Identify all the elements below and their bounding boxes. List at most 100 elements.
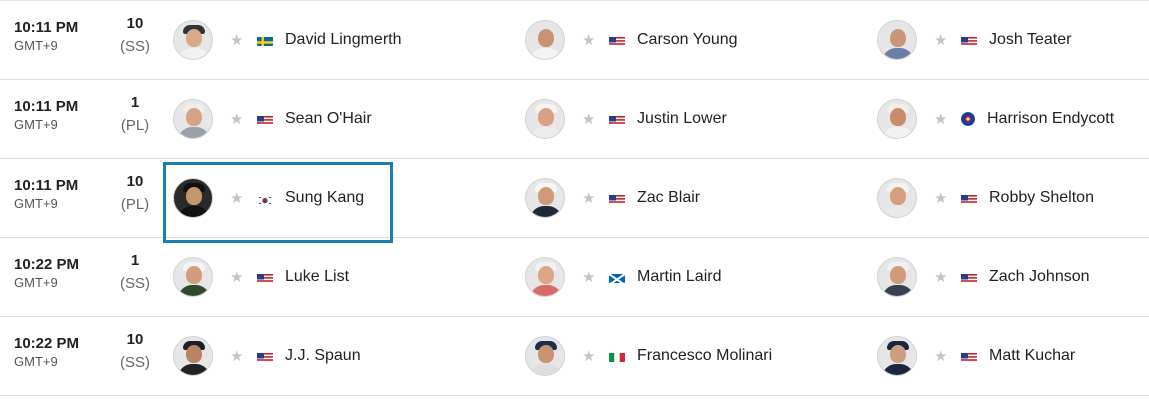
flag-usa-icon	[609, 35, 625, 46]
course-code: (PL)	[120, 117, 150, 134]
starting-tee: 1 (PL)	[104, 94, 166, 135]
star-icon[interactable]: ★	[934, 189, 948, 207]
player-avatar[interactable]	[525, 178, 565, 218]
flag-scotland-icon	[609, 272, 625, 283]
player-name[interactable]: Zach Johnson	[989, 268, 1090, 286]
player-avatar[interactable]	[173, 20, 213, 60]
timezone: GMT+9	[14, 354, 58, 369]
player-cell[interactable]: ★ Justin Lower	[525, 98, 727, 140]
tee-number: 10	[126, 173, 144, 190]
player-cell[interactable]: ★ Francesco Molinari	[525, 335, 772, 377]
player-avatar[interactable]	[877, 257, 917, 297]
player-name[interactable]: Robby Shelton	[989, 189, 1094, 207]
star-icon[interactable]: ★	[230, 268, 244, 286]
flag-usa-icon	[961, 193, 977, 204]
tee-time-row: 10:11 PM GMT+9 10 (SS) ★ David Lingmerth…	[0, 0, 1149, 80]
player-name[interactable]: Harrison Endycott	[987, 110, 1114, 128]
tee-time: 10:11 PM GMT+9	[14, 177, 78, 212]
starting-tee: 10 (PL)	[104, 173, 166, 214]
star-icon[interactable]: ★	[582, 31, 596, 49]
timezone: GMT+9	[14, 117, 58, 132]
player-name[interactable]: J.J. Spaun	[285, 347, 361, 365]
flag-usa-icon	[257, 351, 273, 362]
player-cell[interactable]: ★ Martin Laird	[525, 256, 721, 298]
player-avatar[interactable]	[525, 99, 565, 139]
star-icon[interactable]: ★	[230, 347, 244, 365]
flag-usa-icon	[961, 272, 977, 283]
player-name[interactable]: Carson Young	[637, 31, 738, 49]
player-avatar[interactable]	[877, 99, 917, 139]
player-name[interactable]: Luke List	[285, 268, 349, 286]
star-icon[interactable]: ★	[582, 110, 596, 128]
player-cell[interactable]: ★ Josh Teater	[877, 19, 1071, 61]
tee-time-row: 10:11 PM GMT+9 1 (PL) ★ Sean O'Hair ★ Ju…	[0, 80, 1149, 159]
player-avatar[interactable]	[877, 336, 917, 376]
flag-australia-icon	[961, 112, 975, 126]
starting-tee: 1 (SS)	[104, 252, 166, 293]
star-icon[interactable]: ★	[934, 110, 948, 128]
flag-usa-icon	[961, 35, 977, 46]
player-name[interactable]: David Lingmerth	[285, 31, 402, 49]
player-name[interactable]: Matt Kuchar	[989, 347, 1075, 365]
player-avatar[interactable]	[525, 20, 565, 60]
player-cell[interactable]: ★ Carson Young	[525, 19, 738, 61]
flag-usa-icon	[609, 193, 625, 204]
tee-number: 1	[130, 252, 140, 269]
player-name[interactable]: Martin Laird	[637, 268, 721, 286]
course-code: (SS)	[120, 38, 150, 55]
player-avatar[interactable]	[173, 336, 213, 376]
player-name[interactable]: Justin Lower	[637, 110, 727, 128]
player-name[interactable]: Francesco Molinari	[637, 347, 772, 365]
player-avatar[interactable]	[173, 257, 213, 297]
tee-time: 10:11 PM GMT+9	[14, 19, 78, 54]
player-cell[interactable]: ★ Zac Blair	[525, 177, 700, 219]
star-icon[interactable]: ★	[582, 189, 596, 207]
tee-number: 10	[126, 331, 144, 348]
player-cell[interactable]: ★ J.J. Spaun	[173, 335, 361, 377]
flag-usa-icon	[609, 114, 625, 125]
player-avatar[interactable]	[525, 336, 565, 376]
tee-time-row: 10:22 PM GMT+9 10 (SS) ★ J.J. Spaun ★ Fr…	[0, 317, 1149, 396]
timezone: GMT+9	[14, 38, 58, 53]
star-icon[interactable]: ★	[934, 268, 948, 286]
player-cell[interactable]: ★ Sean O'Hair	[173, 98, 372, 140]
course-code: (PL)	[120, 196, 150, 213]
star-icon[interactable]: ★	[934, 347, 948, 365]
player-avatar[interactable]	[173, 99, 213, 139]
player-avatar[interactable]	[877, 178, 917, 218]
course-code: (SS)	[120, 275, 150, 292]
player-avatar[interactable]	[877, 20, 917, 60]
tee-number: 10	[126, 15, 144, 32]
player-name[interactable]: Zac Blair	[637, 189, 700, 207]
player-name[interactable]: Josh Teater	[989, 31, 1071, 49]
tee-time: 10:22 PM GMT+9	[14, 335, 79, 370]
player-name[interactable]: Sean O'Hair	[285, 110, 372, 128]
flag-usa-icon	[257, 114, 273, 125]
time-value: 10:11 PM	[14, 98, 79, 115]
star-icon[interactable]: ★	[582, 268, 596, 286]
time-value: 10:11 PM	[14, 177, 79, 194]
flag-italy-icon	[609, 351, 625, 362]
star-icon[interactable]: ★	[230, 31, 244, 49]
player-avatar[interactable]	[525, 257, 565, 297]
time-value: 10:22 PM	[14, 335, 80, 352]
flag-usa-icon	[257, 272, 273, 283]
player-cell[interactable]: ★ Matt Kuchar	[877, 335, 1075, 377]
star-icon[interactable]: ★	[934, 31, 948, 49]
player-cell[interactable]: ★ David Lingmerth	[173, 19, 402, 61]
tee-time: 10:22 PM GMT+9	[14, 256, 79, 291]
time-value: 10:22 PM	[14, 256, 80, 273]
tee-time: 10:11 PM GMT+9	[14, 98, 78, 133]
flag-sweden-icon	[257, 35, 273, 46]
tee-number: 1	[130, 94, 140, 111]
player-cell[interactable]: ★ Zach Johnson	[877, 256, 1090, 298]
timezone: GMT+9	[14, 196, 58, 211]
player-cell[interactable]: ★ Robby Shelton	[877, 177, 1094, 219]
time-value: 10:11 PM	[14, 19, 79, 36]
player-cell[interactable]: ★ Luke List	[173, 256, 349, 298]
player-cell[interactable]: ★ Harrison Endycott	[877, 98, 1114, 140]
star-icon[interactable]: ★	[582, 347, 596, 365]
star-icon[interactable]: ★	[230, 110, 244, 128]
flag-usa-icon	[961, 351, 977, 362]
tee-time-row: 10:22 PM GMT+9 1 (SS) ★ Luke List ★ Mart…	[0, 238, 1149, 317]
